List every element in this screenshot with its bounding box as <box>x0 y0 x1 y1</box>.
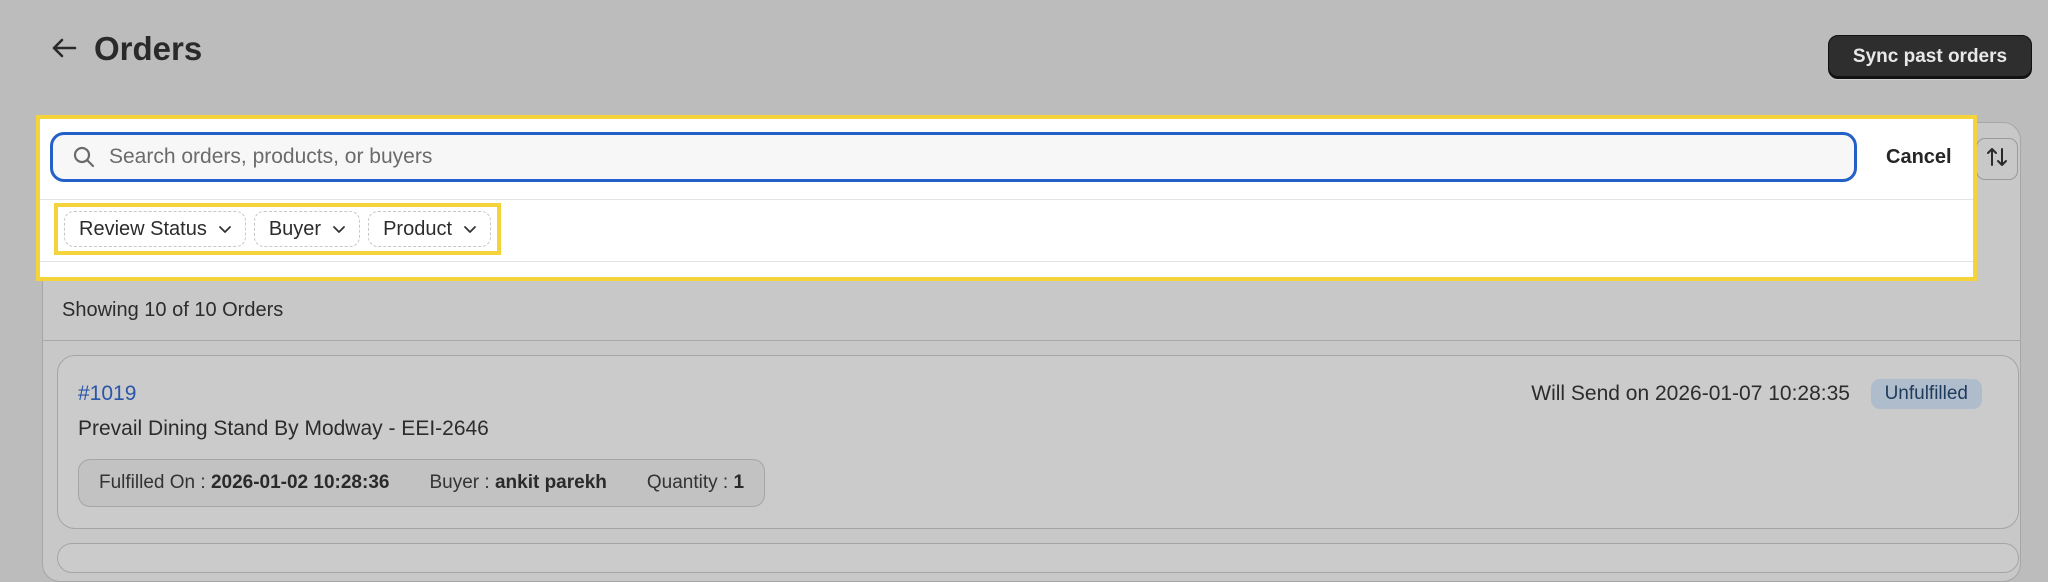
quantity-info: Quantity : 1 <box>647 472 744 494</box>
divider <box>40 199 1973 200</box>
filter-review-status[interactable]: Review Status <box>64 211 246 247</box>
fulfilled-on-label: Fulfilled On : <box>99 472 211 493</box>
buyer-label: Buyer : <box>429 472 495 493</box>
chevron-down-icon <box>331 221 347 237</box>
quantity-value: 1 <box>733 472 745 493</box>
chevron-down-icon <box>217 221 233 237</box>
orders-count-text: Showing 10 of 10 Orders <box>62 298 284 321</box>
buyer-info: Buyer : ankit parekh <box>429 472 606 494</box>
filter-label: Review Status <box>79 217 207 240</box>
sort-button[interactable] <box>1976 138 2018 180</box>
back-arrow-icon[interactable] <box>46 30 82 66</box>
filter-label: Buyer <box>268 217 322 240</box>
order-product-name: Prevail Dining Stand By Modway - EEI-264… <box>78 417 489 440</box>
chevron-down-icon <box>462 221 478 237</box>
quantity-label: Quantity : <box>646 472 734 493</box>
order-number-link[interactable]: #1019 <box>78 382 136 406</box>
order-meta: Fulfilled On : 2026-01-02 10:28:36 Buyer… <box>78 459 766 507</box>
divider <box>42 340 2021 341</box>
divider <box>40 261 1973 262</box>
search-row: Cancel <box>50 132 1967 182</box>
fulfilled-on-value: 2026-01-02 10:28:36 <box>210 472 390 493</box>
search-field[interactable] <box>50 132 1857 182</box>
filter-product[interactable]: Product <box>368 211 492 247</box>
sort-icon <box>1985 145 2009 174</box>
order-send-date: Will Send on 2026-01-07 10:28:35 <box>1531 382 1850 405</box>
orders-count: Showing 10 of 10 Orders <box>42 280 2021 340</box>
fulfilled-on: Fulfilled On : 2026-01-02 10:28:36 <box>99 472 389 494</box>
search-input[interactable] <box>107 136 1854 178</box>
filter-group: Review Status Buyer Product <box>54 203 502 255</box>
status-badge: Unfulfilled <box>1870 379 1982 409</box>
filter-buyer[interactable]: Buyer <box>253 211 361 247</box>
search-filter-panel: Cancel Review Status Buyer Product <box>36 115 1977 281</box>
order-card[interactable]: #1019 Prevail Dining Stand By Modway - E… <box>57 355 2019 529</box>
page-title: Orders <box>94 29 203 67</box>
order-card[interactable] <box>57 543 2019 573</box>
cancel-button[interactable]: Cancel <box>1878 137 1960 177</box>
filter-label: Product <box>383 217 453 240</box>
sync-past-orders-button[interactable]: Sync past orders <box>1828 35 2032 79</box>
search-icon <box>71 144 97 170</box>
buyer-value: ankit parekh <box>494 472 607 493</box>
page-header: Orders <box>46 30 202 66</box>
